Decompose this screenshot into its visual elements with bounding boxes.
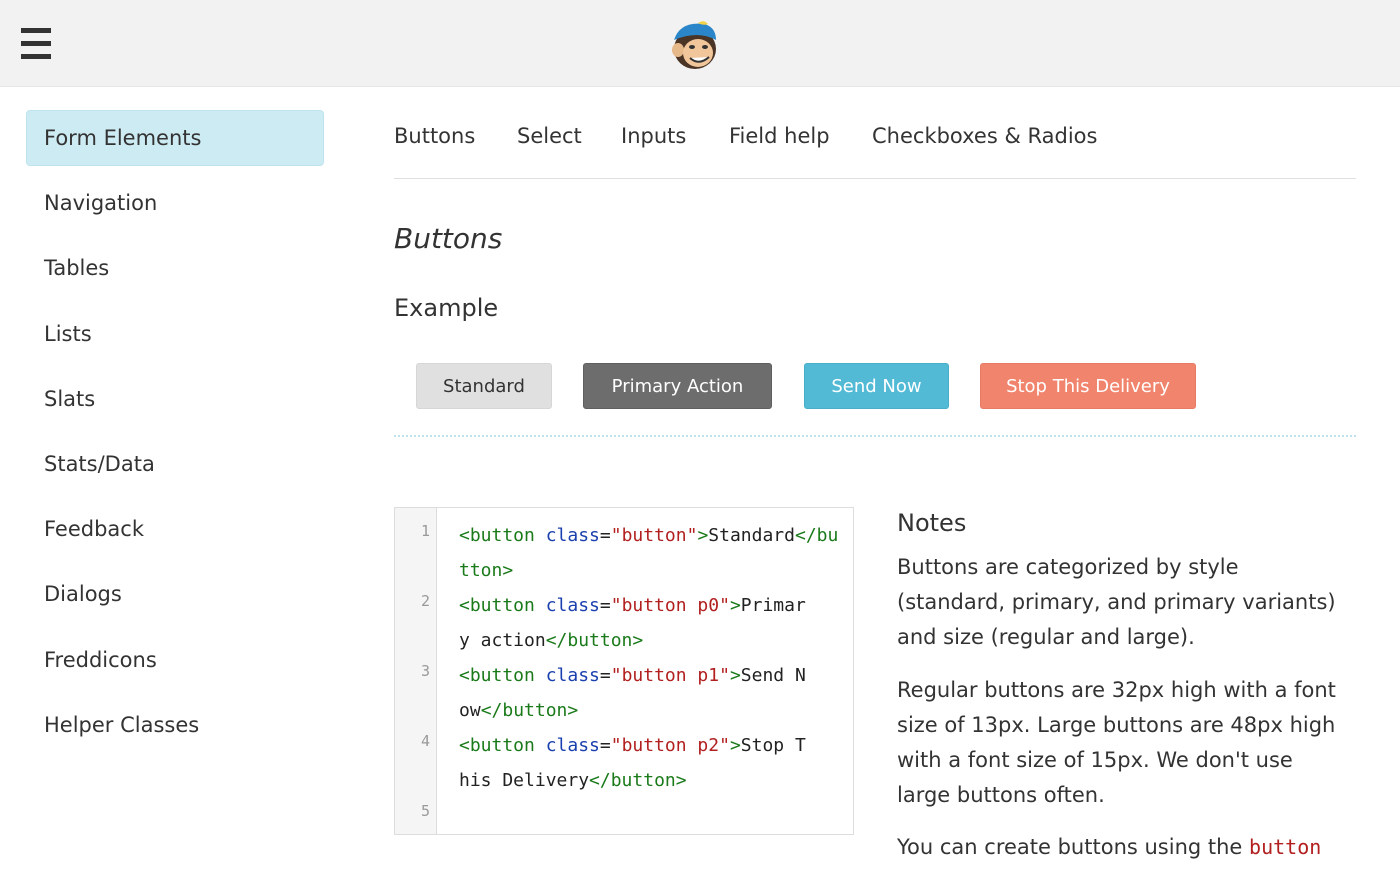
tab-inputs[interactable]: Inputs — [621, 124, 686, 148]
code-token: </button> — [480, 700, 579, 721]
sidebar-item-freddicons[interactable]: Freddicons — [26, 632, 324, 688]
code-token: his Delivery — [459, 770, 590, 791]
notes-paragraph: Regular buttons are 32px high with a fon… — [897, 678, 1336, 807]
section-title: Buttons — [394, 222, 503, 255]
code-token: > — [729, 735, 741, 756]
sidebar-nav: Form Elements Navigation Tables Lists Sl… — [26, 110, 324, 762]
sidebar-item-lists[interactable]: Lists — [26, 306, 324, 362]
line-number: 3 — [420, 662, 430, 680]
divider — [394, 435, 1356, 437]
code-line: his Delivery</button> — [459, 763, 853, 798]
hamburger-menu-icon[interactable] — [21, 28, 51, 60]
code-token: > — [729, 665, 741, 686]
sidebar-item-helper-classes[interactable]: Helper Classes — [26, 697, 324, 753]
code-token: "button p0" — [610, 595, 730, 616]
code-token: <button — [459, 665, 546, 686]
code-token: class — [545, 665, 600, 686]
code-token: class — [545, 735, 600, 756]
sidebar-item-feedback[interactable]: Feedback — [26, 501, 324, 557]
section-tabs: Buttons Select Inputs Field help Checkbo… — [394, 108, 1356, 179]
tab-select[interactable]: Select — [517, 124, 582, 148]
inline-code: button — [1249, 835, 1322, 859]
sidebar-item-tables[interactable]: Tables — [26, 240, 324, 296]
code-line: <button class="button p0">Primar — [459, 588, 853, 623]
code-token: <button — [459, 525, 546, 546]
code-token: = — [599, 525, 611, 546]
freddie-monkey-logo[interactable] — [668, 18, 722, 72]
code-token: <button — [459, 735, 546, 756]
code-line: <button class="button">Standard</bu — [459, 518, 853, 553]
notes-paragraph: Buttons are categorized by style (standa… — [897, 555, 1336, 649]
code-token: Send N — [740, 665, 806, 686]
code-token: class — [545, 595, 600, 616]
code-token: ow — [459, 700, 481, 721]
tab-checkboxes-radios[interactable]: Checkboxes & Radios — [872, 124, 1097, 148]
line-number: 4 — [420, 732, 430, 750]
line-number: 1 — [420, 522, 430, 540]
example-heading: Example — [394, 294, 499, 322]
code-token: </button> — [545, 630, 644, 651]
send-now-button[interactable]: Send Now — [804, 363, 949, 409]
notes-paragraph: You can create buttons using the button — [897, 830, 1347, 865]
code-line: ow</button> — [459, 693, 853, 728]
code-token: = — [599, 595, 611, 616]
sidebar-item-stats-data[interactable]: Stats/Data — [26, 436, 324, 492]
tab-field-help[interactable]: Field help — [729, 124, 830, 148]
stop-delivery-button[interactable]: Stop This Delivery — [980, 363, 1196, 409]
code-content: <button class="button">Standard</bu tton>… — [459, 518, 853, 833]
line-number-gutter: 1 2 3 4 5 — [395, 508, 437, 834]
code-token: class — [545, 525, 600, 546]
tab-buttons[interactable]: Buttons — [394, 124, 475, 148]
primary-action-button[interactable]: Primary Action — [583, 363, 772, 409]
code-line: y action</button> — [459, 623, 853, 658]
code-token: = — [599, 735, 611, 756]
sidebar-item-dialogs[interactable]: Dialogs — [26, 566, 324, 622]
code-token: Stop T — [740, 735, 806, 756]
code-token: > — [697, 525, 709, 546]
code-token: y action — [459, 630, 546, 651]
code-token: "button p1" — [610, 665, 730, 686]
code-token: tton> — [459, 560, 514, 581]
code-token: "button" — [610, 525, 698, 546]
code-token: "button p2" — [610, 735, 730, 756]
sidebar-item-slats[interactable]: Slats — [26, 371, 324, 427]
line-number: 5 — [420, 802, 430, 820]
notes-heading: Notes — [897, 509, 967, 537]
notes-text: You can create buttons using the — [897, 835, 1250, 859]
code-line: tton> — [459, 553, 853, 588]
code-token: = — [599, 665, 611, 686]
code-token: </button> — [589, 770, 687, 791]
code-line: <button class="button p2">Stop T — [459, 728, 853, 763]
line-number: 2 — [420, 592, 430, 610]
sidebar-item-navigation[interactable]: Navigation — [26, 175, 324, 231]
code-token: > — [729, 595, 741, 616]
code-token: </bu — [794, 525, 839, 546]
top-bar — [0, 0, 1400, 87]
code-token: Standard — [708, 525, 795, 546]
standard-button[interactable]: Standard — [416, 363, 552, 409]
code-token: Primar — [740, 595, 806, 616]
sidebar-item-form-elements[interactable]: Form Elements — [26, 110, 324, 166]
code-block[interactable]: 1 2 3 4 5 <button class="button">Standar… — [394, 507, 854, 835]
code-token: <button — [459, 595, 546, 616]
code-line: <button class="button p1">Send N — [459, 658, 853, 693]
